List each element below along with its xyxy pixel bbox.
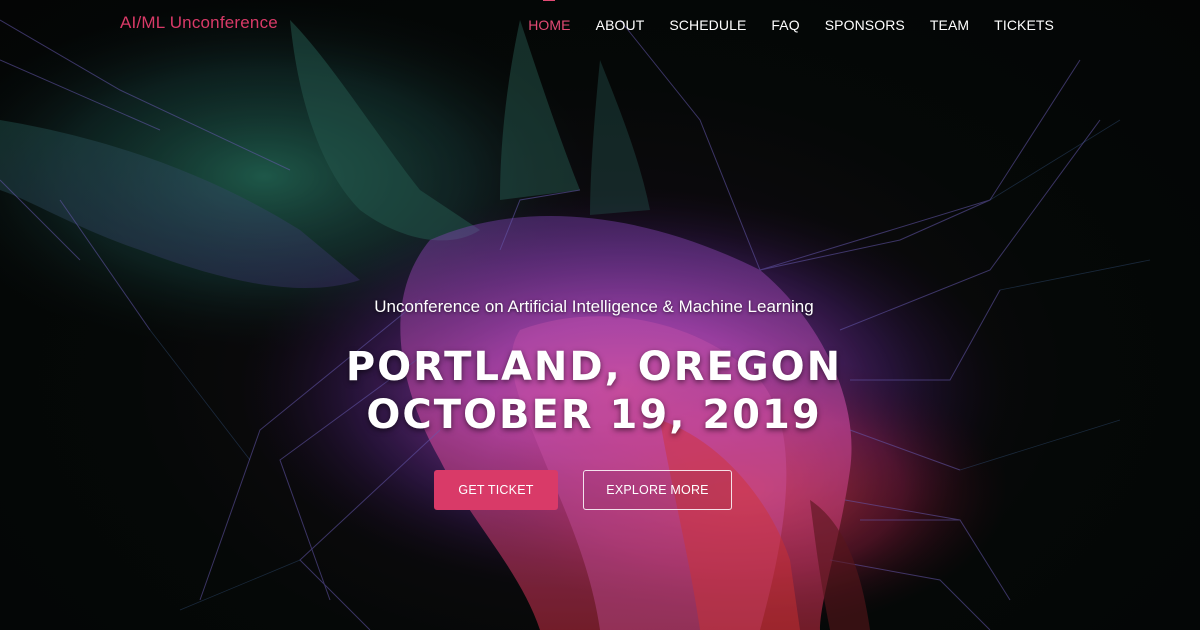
nav-item-sponsors[interactable]: SPONSORS [825,15,905,33]
nav-item-faq[interactable]: FAQ [771,15,799,33]
hero-subtitle: Unconference on Artificial Intelligence … [374,297,814,316]
nav-item-about[interactable]: ABOUT [596,15,645,33]
nav-item-home[interactable]: HOME [528,0,571,33]
site-header: AI/ML Unconference HOME ABOUT SCHEDULE F… [0,0,1200,48]
get-ticket-button[interactable]: GET TICKET [434,470,558,510]
hero-location: PORTLAND, OREGON [345,344,843,390]
hero-date: OCTOBER 19, 2019 [366,392,822,438]
explore-more-button[interactable]: EXPLORE MORE [583,470,732,510]
brand-logo[interactable]: AI/ML Unconference [120,13,278,33]
nav-item-tickets[interactable]: TICKETS [994,15,1054,33]
nav-item-schedule[interactable]: SCHEDULE [669,15,746,33]
nav-item-team[interactable]: TEAM [930,15,969,33]
main-nav: HOME ABOUT SCHEDULE FAQ SPONSORS TEAM TI… [503,0,1054,48]
hero-section: AI/ML Unconference HOME ABOUT SCHEDULE F… [0,0,1200,630]
